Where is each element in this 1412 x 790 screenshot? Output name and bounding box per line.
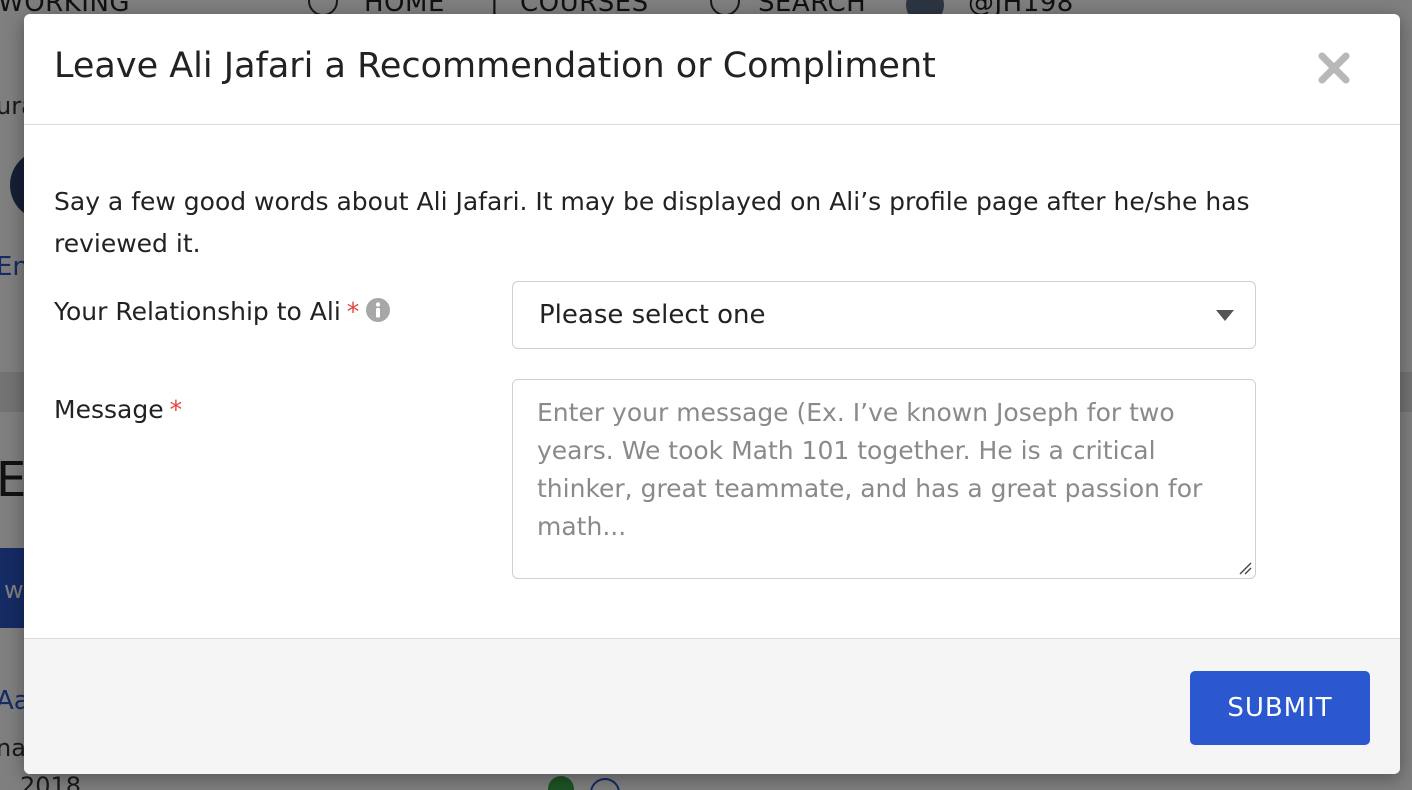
- relationship-select-value: Please select one: [539, 300, 766, 330]
- recommendation-modal: Leave Ali Jafari a Recommendation or Com…: [24, 14, 1400, 774]
- modal-body: Say a few good words about Ali Jafari. I…: [24, 125, 1400, 637]
- info-circle-icon[interactable]: [365, 297, 391, 323]
- modal-footer: SUBMIT: [24, 638, 1400, 774]
- modal-header: Leave Ali Jafari a Recommendation or Com…: [24, 14, 1400, 125]
- close-button[interactable]: [1314, 48, 1354, 88]
- message-field-wrapper: [512, 379, 1256, 579]
- message-label: Message *: [54, 395, 182, 424]
- relationship-label-text: Your Relationship to Ali: [54, 297, 341, 326]
- modal-title: Leave Ali Jafari a Recommendation or Com…: [54, 46, 936, 86]
- relationship-label: Your Relationship to Ali *: [54, 297, 391, 326]
- required-mark: *: [346, 297, 360, 326]
- message-label-text: Message: [54, 395, 164, 424]
- message-textarea[interactable]: [513, 380, 1255, 578]
- intro-text: Say a few good words about Ali Jafari. I…: [54, 187, 1250, 258]
- relationship-select[interactable]: Please select one: [512, 281, 1256, 349]
- required-mark: *: [169, 395, 183, 424]
- submit-button[interactable]: SUBMIT: [1190, 671, 1370, 745]
- close-icon: [1318, 52, 1350, 84]
- chevron-down-icon: [1216, 310, 1234, 321]
- resize-handle-icon[interactable]: [1238, 561, 1252, 575]
